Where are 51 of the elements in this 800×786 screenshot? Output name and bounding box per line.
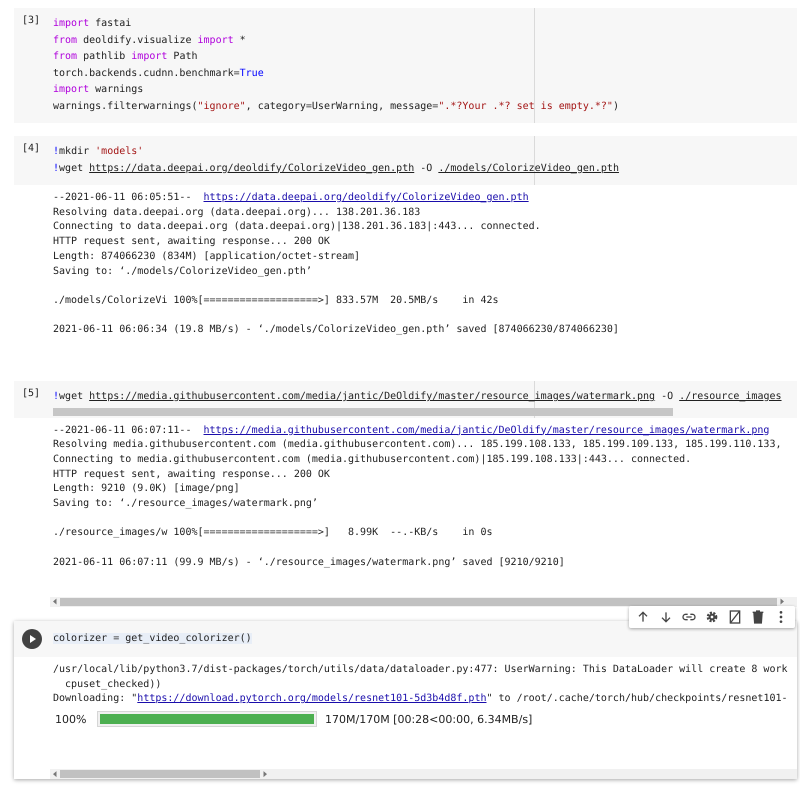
code-line: !mkdir 'models' — [53, 146, 144, 157]
progress-percent: 100% — [54, 712, 88, 726]
execution-count: [5] — [21, 388, 40, 399]
execution-count: [3] — [21, 15, 40, 26]
output-line: Saving to: ‘./models/ColorizeVideo_gen.pth’ — [53, 266, 312, 277]
output-line: Length: 9210 (9.0K) [image/png] — [53, 483, 240, 494]
output-line: ./resource_images/w 100%[===================>] 8.99K --.-KB/s in 0s — [53, 527, 492, 538]
output-line: cpuset_checked)) — [64, 678, 162, 690]
execution-count: [4] — [21, 143, 40, 154]
link[interactable]: ./models/ColorizeVideo_gen.pth — [438, 162, 619, 174]
code-text: ! — [53, 391, 60, 402]
output-line: 2021-06-11 06:07:11 (99.9 MB/s) - ‘./resource_images/watermark.png’ saved [9210/9210] — [53, 556, 565, 568]
code-text: " to /root/.cache/torch/hub/checkpoints/resnet101- — [486, 693, 788, 704]
code-line: warnings.filterwarnings("ignore", category=UserWarning, message=".*?Your .*? set is empty.*?") — [53, 100, 619, 112]
mirror-icon[interactable] — [727, 608, 743, 624]
output-line: Resolving media.githubusercontent.com (media.githubusercontent.com)... 185.199.108.133, 185.199.109.133, 185.199.110.133, — [53, 439, 782, 450]
settings-icon[interactable] — [704, 608, 720, 624]
trash-icon[interactable] — [750, 608, 766, 624]
output-line: Length: 874066230 (834M) [application/octet-stream] — [53, 250, 360, 262]
link[interactable]: https://data.deepai.org/deoldify/ColorizeVideo_gen.pth — [204, 192, 529, 203]
code-text: wget — [59, 391, 84, 402]
code-line: from pathlib import Path — [53, 51, 198, 62]
code-line: import fastai — [53, 18, 132, 29]
code-text: --2021-06-11 06:07:11-- — [53, 424, 192, 436]
link[interactable]: https://data.deepai.org/deoldify/ColorizeVideo_gen.pth — [89, 162, 414, 174]
horizontal-scrollbar[interactable] — [50, 596, 797, 606]
code-text: -O — [419, 162, 434, 174]
code-text: ! — [53, 162, 60, 174]
link[interactable]: ./resource_images — [679, 391, 782, 402]
output-line: HTTP request sent, awaiting response... 200 OK — [53, 236, 330, 248]
code-text: -O — [660, 391, 674, 402]
code-text: Downloading: " — [53, 693, 138, 704]
output-line: Saving to: ‘./resource_images/watermark.png’ — [53, 498, 318, 510]
code-line: from deoldify.visualize import * — [53, 34, 246, 46]
link[interactable]: https://download.pytorch.org/models/resnet101-5d3b4d8f.pth — [137, 693, 486, 704]
output-line: Connecting to data.deepai.org (data.deepai.org)|138.201.36.183|:443... connected. — [53, 221, 541, 232]
output-line: ./models/ColorizeVi 100%[===================>] 833.57M 20.5MB/s in 42s — [53, 294, 499, 306]
code-line: import warnings — [53, 84, 144, 95]
progress-status: 170M/170M [00:28<00:00, 6.34MB/s] — [325, 712, 532, 726]
link[interactable]: https://media.githubusercontent.com/media/jantic/DeOldify/master/resource_images/watermark.png — [89, 391, 656, 402]
output-line: Resolving data.deepai.org (data.deepai.org)... 138.201.36.183 — [53, 206, 420, 218]
output-line: Connecting to media.githubusercontent.com (media.githubusercontent.com)|185.199.108.133|:443... connected. — [53, 454, 692, 465]
code-line: torch.backends.cudnn.benchmark=True — [53, 68, 264, 78]
code-text: wget — [59, 162, 84, 174]
output-line: 2021-06-11 06:06:34 (19.8 MB/s) - ‘./models/ColorizeVideo_gen.pth’ saved [874066230/874066230] — [53, 324, 619, 336]
horizontal-scrollbar[interactable] — [50, 769, 797, 780]
output-line: /usr/local/lib/python3.7/dist-packages/torch/utils/data/dataloader.py:477: UserWarning: This DataLoader will create 8 work — [53, 664, 788, 675]
link[interactable]: https://media.githubusercontent.com/media/jantic/DeOldify/master/resource_images/watermark.png — [204, 424, 770, 436]
code-text: --2021-06-11 06:05:51-- — [53, 192, 192, 203]
output-line: HTTP request sent, awaiting response... 200 OK — [53, 468, 330, 480]
run-button[interactable] — [22, 628, 42, 648]
